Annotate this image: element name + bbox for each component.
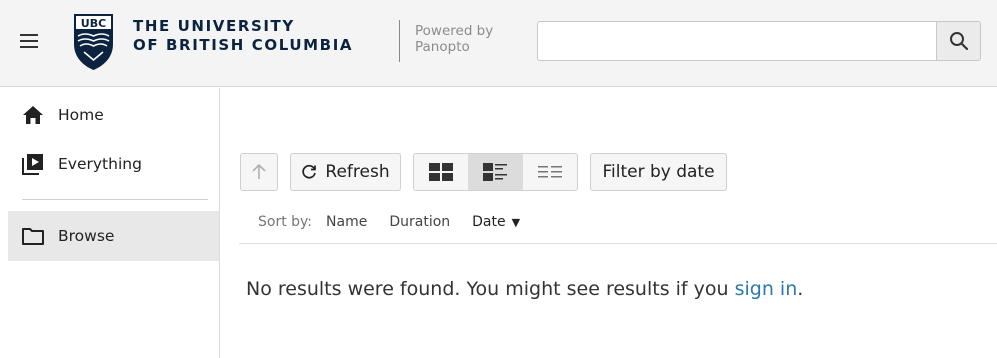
play-library-icon [22,153,44,175]
sidebar-item-label: Everything [58,155,142,173]
sign-in-link[interactable]: sign in [735,278,798,300]
sort-option-name[interactable]: Name [326,214,367,230]
caret-down-icon: ▼ [511,215,521,229]
sidebar-item-label: Browse [58,227,115,245]
search-input[interactable] [537,21,937,61]
sort-divider [239,243,997,244]
refresh-icon [302,164,317,179]
logo-abbrev: UBC [81,17,106,30]
up-folder-button[interactable] [240,153,278,191]
filter-by-date-button[interactable]: Filter by date [590,153,727,191]
university-name-line2: OF BRITISH COLUMBIA [133,36,354,54]
sort-bar: Sort by: Name Duration Date ▼ [258,214,542,230]
filter-by-date-label: Filter by date [602,162,715,182]
list-view-icon [537,166,562,178]
view-mode-toggle [413,153,578,191]
arrow-up-icon [252,164,266,179]
sidebar-item-everything[interactable]: Everything [8,139,219,189]
sidebar-divider [22,199,208,200]
search-icon [949,32,968,51]
header-divider [399,20,400,62]
menu-icon[interactable] [20,34,38,49]
university-name: THE UNIVERSITY OF BRITISH COLUMBIA [133,17,353,55]
search-button[interactable] [936,21,981,61]
ubc-crest-logo[interactable]: UBC [70,10,117,72]
detail-view-button[interactable] [468,154,523,190]
powered-by-panopto[interactable]: Powered by Panopto [415,23,493,55]
refresh-label: Refresh [325,162,390,182]
sidebar-item-label: Home [58,106,104,124]
no-results-message: No results were found. You might see res… [246,278,803,300]
no-results-text: No results were found. You might see res… [246,278,735,300]
sidebar-item-home[interactable]: Home [8,90,219,140]
folder-icon [22,225,44,247]
sort-by-label: Sort by: [258,214,313,230]
sort-option-date-label: Date [472,214,506,230]
detail-view-icon [483,163,508,181]
thumbnail-view-button[interactable] [414,154,468,190]
sidebar-item-browse[interactable]: Browse [8,211,219,261]
sort-option-duration[interactable]: Duration [389,214,450,230]
list-view-button[interactable] [523,154,577,190]
home-icon [22,104,44,126]
sort-option-date[interactable]: Date ▼ [472,214,520,230]
sidebar: Home Everything Browse [8,88,220,358]
top-header: UBC THE UNIVERSITY OF BRITISH COLUMBIA P… [0,0,997,87]
no-results-suffix: . [797,278,804,300]
university-name-line1: THE UNIVERSITY [133,17,295,35]
powered-by-line2: Panopto [415,39,470,55]
grid-view-icon [429,163,454,181]
powered-by-line1: Powered by [415,23,494,39]
refresh-button[interactable]: Refresh [290,153,401,191]
